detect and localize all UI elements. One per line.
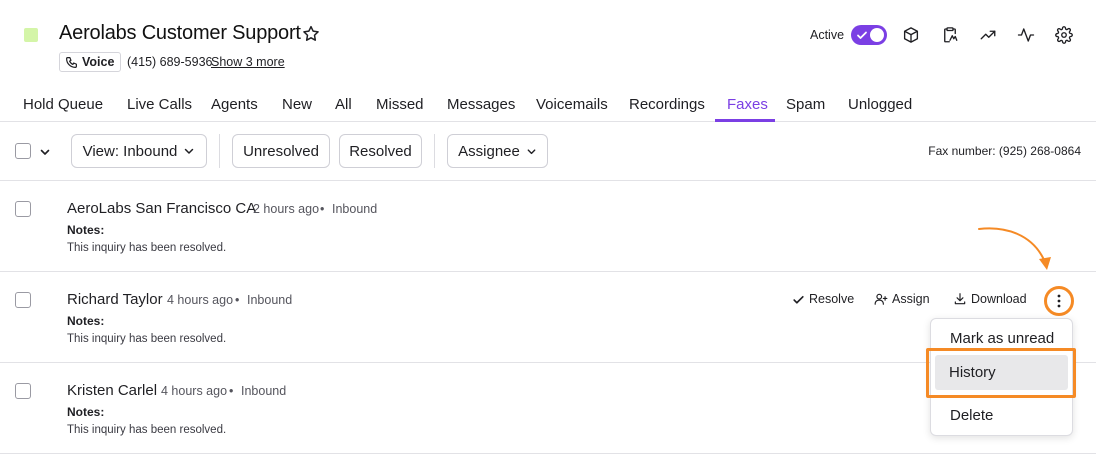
row-notes-label: Notes: — [67, 314, 105, 328]
tab-recordings[interactable]: Recordings — [629, 96, 705, 113]
toggle-knob — [870, 28, 884, 42]
row-contact-name: Richard Taylor — [67, 291, 163, 308]
activity-icon[interactable] — [1016, 25, 1036, 45]
unresolved-button[interactable]: Unresolved — [232, 134, 330, 168]
tab-spam[interactable]: Spam — [786, 96, 825, 113]
page-title: Aerolabs Customer Support — [59, 22, 301, 44]
row-notes: This inquiry has been resolved. — [67, 242, 227, 254]
annotation-arrow — [978, 227, 1051, 270]
row-time: 4 hours ago — [167, 293, 234, 307]
resolve-label: Resolve — [809, 292, 855, 306]
tab-unlogged[interactable]: Unlogged — [848, 96, 912, 113]
download-button[interactable]: Download — [953, 292, 1027, 306]
phone-number: (415) 689-5936 — [127, 55, 213, 69]
tab-new[interactable]: New — [282, 96, 312, 113]
row-time: 4 hours ago — [161, 384, 228, 398]
resolved-label: Resolved — [349, 142, 412, 160]
filter-toolbar: View: Inbound Unresolved Resolved Assign… — [0, 122, 1096, 181]
trending-icon[interactable] — [978, 25, 998, 45]
chevron-down-icon[interactable] — [39, 146, 51, 158]
tab-bar: Hold Queue Live Calls Agents New All Mis… — [0, 84, 1096, 122]
voice-badge: Voice — [59, 52, 122, 72]
fax-number: Fax number: (925) 268-0864 — [928, 144, 1081, 158]
download-label: Download — [971, 292, 1027, 306]
row-contact-name: AeroLabs San Francisco CA — [67, 200, 257, 217]
row-notes-label: Notes: — [67, 405, 105, 419]
status-label: Active — [810, 28, 845, 42]
tab-missed[interactable]: Missed — [376, 96, 424, 113]
tab-voicemails[interactable]: Voicemails — [536, 96, 608, 113]
add-user-icon — [874, 293, 888, 305]
chevron-down-icon — [527, 148, 536, 154]
assign-button[interactable]: Assign — [874, 292, 930, 306]
row-direction: Inbound — [332, 202, 378, 216]
show-more-link[interactable]: Show 3 more — [211, 55, 285, 69]
check-icon — [857, 31, 867, 39]
resolved-button[interactable]: Resolved — [339, 134, 422, 168]
toolbar-divider — [434, 134, 435, 168]
chevron-down-icon — [185, 148, 194, 154]
kebab-icon — [1057, 294, 1061, 308]
menu-item-mark-unread[interactable]: Mark as unread — [950, 330, 1054, 347]
row-checkbox[interactable] — [15, 383, 31, 399]
tab-faxes[interactable]: Faxes — [727, 96, 768, 113]
tab-agents[interactable]: Agents — [211, 96, 258, 113]
row-direction: Inbound — [247, 293, 293, 307]
assign-label: Assign — [892, 292, 930, 306]
assignee-dropdown[interactable]: Assignee — [447, 134, 548, 168]
row-notes: This inquiry has been resolved. — [67, 424, 227, 436]
tab-hold-queue[interactable]: Hold Queue — [23, 96, 103, 113]
row-separator: • — [320, 202, 325, 216]
row-checkbox[interactable] — [15, 292, 31, 308]
row-direction: Inbound — [241, 384, 287, 398]
select-all-checkbox[interactable] — [15, 143, 31, 159]
menu-item-delete[interactable]: Delete — [950, 407, 993, 424]
row-separator: • — [235, 293, 240, 307]
active-toggle[interactable] — [851, 25, 887, 45]
row-notes-label: Notes: — [67, 223, 105, 237]
row-time: 2 hours ago — [253, 202, 320, 216]
row-separator: • — [229, 384, 234, 398]
page-header: Aerolabs Customer Support Voice (415) 68… — [0, 0, 1096, 84]
unresolved-label: Unresolved — [243, 142, 319, 160]
view-dropdown-label: View: Inbound — [82, 142, 178, 160]
tab-messages[interactable]: Messages — [447, 96, 515, 113]
voice-label: Voice — [82, 55, 115, 69]
phone-icon — [66, 56, 77, 68]
annotation-highlight-box — [926, 348, 1076, 398]
view-inbound-dropdown[interactable]: View: Inbound — [71, 134, 207, 168]
brand-color-square — [24, 28, 38, 42]
assignee-label: Assignee — [458, 142, 520, 160]
download-icon — [954, 293, 966, 305]
gear-icon[interactable] — [1054, 25, 1074, 45]
tab-live-calls[interactable]: Live Calls — [127, 96, 192, 113]
star-icon[interactable] — [301, 24, 321, 44]
toolbar-divider — [219, 134, 220, 168]
clipboard-icon[interactable] — [940, 25, 960, 45]
row-checkbox[interactable] — [15, 201, 31, 217]
resolve-button[interactable]: Resolve — [792, 292, 854, 306]
row-notes: This inquiry has been resolved. — [67, 333, 227, 345]
tab-all[interactable]: All — [335, 96, 352, 113]
check-icon — [793, 295, 804, 304]
list-item[interactable]: AeroLabs San Francisco CA 2 hours ago • … — [0, 181, 1096, 272]
more-options-button[interactable] — [1044, 286, 1074, 316]
cube-icon[interactable] — [901, 25, 921, 45]
row-contact-name: Kristen Carlel — [67, 382, 158, 399]
